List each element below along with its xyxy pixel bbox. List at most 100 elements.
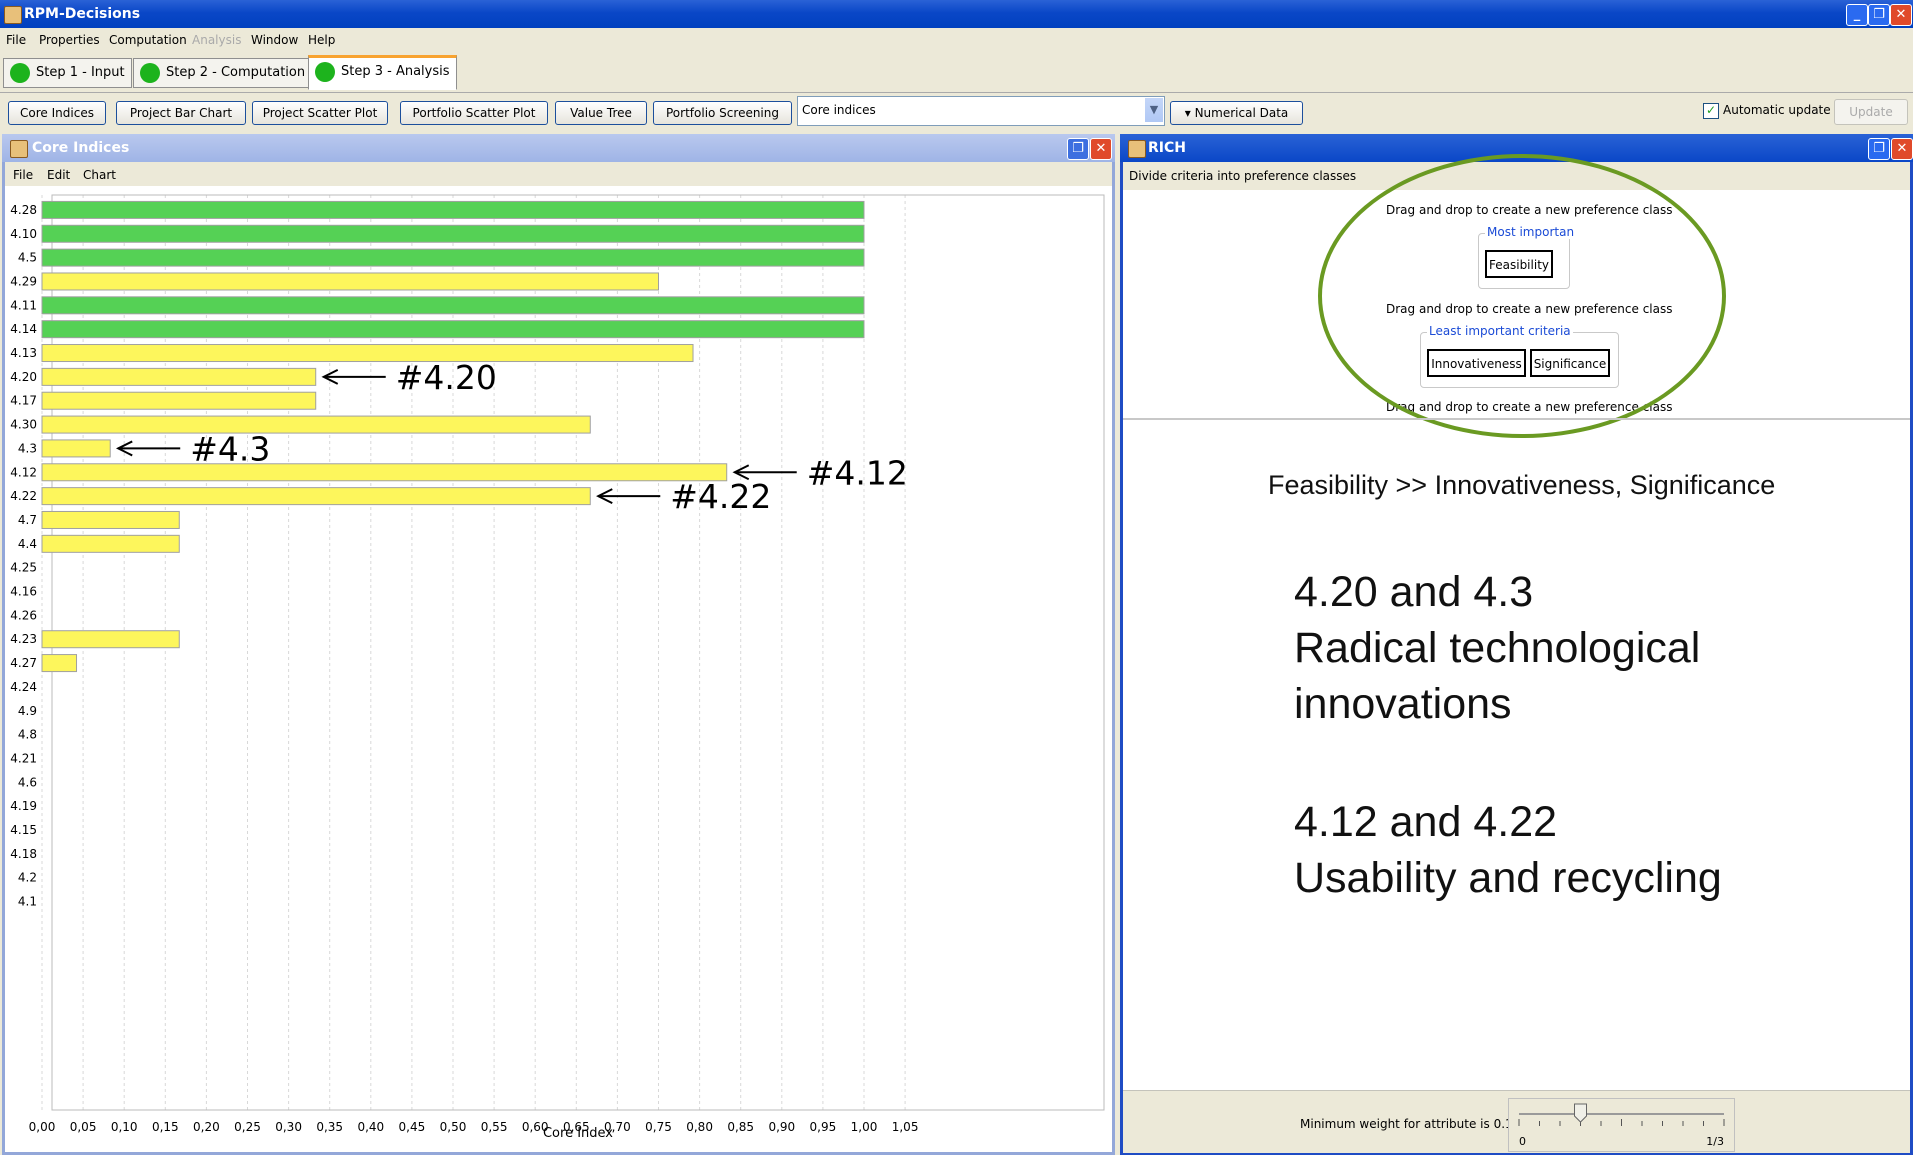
y-tick-label: 4.24 (10, 680, 37, 694)
bar[interactable] (41, 248, 865, 267)
value-tree-button[interactable]: Value Tree (555, 101, 647, 125)
y-tick-label: 4.27 (10, 656, 37, 670)
y-tick-label: 4.19 (10, 799, 37, 813)
y-tick-label: 4.6 (18, 775, 37, 789)
menu-file[interactable]: File (6, 33, 26, 47)
note-line: Usability and recycling (1294, 854, 1722, 902)
menu-properties[interactable]: Properties (39, 33, 100, 47)
x-tick-label: 0,40 (357, 1120, 384, 1134)
automatic-update-label: Automatic update (1723, 103, 1831, 117)
y-tick-label: 4.28 (10, 203, 37, 217)
portfolio-screening-button[interactable]: Portfolio Screening (653, 101, 792, 125)
y-tick-label: 4.25 (10, 561, 37, 575)
note-line: Radical technological (1294, 624, 1701, 672)
portfolio-scatter-plot-button[interactable]: Portfolio Scatter Plot (400, 101, 548, 125)
highlight-oval (1318, 154, 1726, 438)
status-ok-icon (10, 63, 30, 83)
status-ok-icon (315, 62, 335, 82)
bar[interactable] (41, 200, 865, 219)
view-select[interactable]: Core indices ▼ (797, 96, 1165, 126)
bar[interactable] (41, 654, 78, 673)
minimize-window-button[interactable]: _ (1846, 4, 1868, 26)
bar[interactable] (41, 439, 111, 458)
annotation-label: #4.22 (670, 477, 771, 516)
tab-step-2[interactable]: Step 2 - Computation (133, 58, 313, 88)
ci-menu-file[interactable]: File (13, 168, 33, 182)
bar[interactable] (41, 320, 865, 339)
y-tick-label: 4.1 (18, 895, 37, 909)
tab-step-3-label: Step 3 - Analysis (341, 64, 450, 79)
bar[interactable] (41, 296, 865, 315)
y-tick-label: 4.3 (18, 441, 37, 455)
y-tick-label: 4.9 (18, 704, 37, 718)
bar[interactable] (41, 415, 591, 434)
x-tick-label: 0,80 (686, 1120, 713, 1134)
close-rich-button[interactable]: ✕ (1891, 138, 1913, 160)
menu-analysis: Analysis (192, 33, 242, 47)
slider-max-label: 1/3 (1706, 1135, 1724, 1148)
rich-divider[interactable] (1123, 418, 1910, 420)
y-tick-label: 4.22 (10, 489, 37, 503)
y-tick-label: 4.26 (10, 608, 37, 622)
core-index-chart: 4.28 4.10 4.5 4.29 4.11 4.14 4.13 4.20 4.17 4.30 4… (10, 194, 1105, 1141)
menu-help[interactable]: Help (308, 33, 335, 47)
y-tick-label: 4.12 (10, 465, 37, 479)
checkmark-icon[interactable]: ✓ (1703, 103, 1719, 119)
bar[interactable] (41, 534, 180, 553)
note-line: innovations (1294, 680, 1512, 728)
x-tick-label: 0,35 (316, 1120, 343, 1134)
min-weight-slider[interactable]: 0 1/3 (1508, 1098, 1735, 1152)
close-frame-button[interactable]: ✕ (1090, 138, 1112, 160)
y-tick-label: 4.14 (10, 322, 37, 336)
y-tick-label: 4.29 (10, 274, 37, 288)
slider-thumb[interactable] (1574, 1103, 1587, 1123)
x-tick-label: 0,95 (810, 1120, 837, 1134)
rich-title: RICH (1148, 140, 1186, 156)
close-window-button[interactable]: ✕ (1890, 4, 1912, 26)
bar[interactable] (41, 630, 180, 649)
menu-window[interactable]: Window (251, 33, 298, 47)
x-tick-label: 0,25 (234, 1120, 261, 1134)
note-heading-1: 4.20 and 4.3 (1294, 568, 1534, 616)
y-tick-label: 4.17 (10, 394, 37, 408)
bar[interactable] (41, 367, 317, 386)
y-tick-label: 4.18 (10, 847, 37, 861)
bar[interactable] (41, 224, 865, 243)
y-tick-label: 4.23 (10, 632, 37, 646)
y-tick-label: 4.8 (18, 728, 37, 742)
tab-step-3[interactable]: Step 3 - Analysis (308, 55, 457, 90)
x-tick-label: 1,00 (851, 1120, 878, 1134)
bar[interactable] (41, 510, 180, 529)
bar[interactable] (41, 463, 728, 482)
view-select-value: Core indices (802, 103, 876, 117)
y-tick-label: 4.21 (10, 751, 37, 765)
tab-step-1[interactable]: Step 1 - Input (3, 58, 132, 88)
y-tick-label: 4.4 (18, 537, 37, 551)
y-tick-label: 4.15 (10, 823, 37, 837)
maximize-rich-button[interactable]: ❐ (1868, 138, 1890, 160)
maximize-window-button[interactable]: ❐ (1868, 4, 1890, 26)
slider-ticks (1518, 1119, 1725, 1126)
chevron-down-icon[interactable]: ▼ (1145, 98, 1163, 122)
menu-computation[interactable]: Computation (109, 33, 187, 47)
x-axis-label: Core Index (543, 1126, 613, 1141)
numerical-data-button[interactable]: ▾ Numerical Data (1170, 101, 1303, 125)
y-tick-label: 4.5 (18, 251, 37, 265)
bar[interactable] (41, 391, 317, 410)
ci-menu-chart[interactable]: Chart (83, 168, 116, 182)
core-indices-title-bar: Core Indices ❐ ✕ (2, 134, 1115, 162)
bar[interactable] (41, 272, 659, 291)
maximize-frame-button[interactable]: ❐ (1067, 138, 1089, 160)
y-tick-label: 4.11 (10, 298, 37, 312)
app-title: RPM-Decisions (24, 6, 141, 22)
tab-step-2-label: Step 2 - Computation (166, 65, 306, 80)
slider-min-label: 0 (1519, 1135, 1526, 1148)
core-indices-button[interactable]: Core Indices (8, 101, 106, 125)
bar[interactable] (41, 344, 694, 363)
x-tick-label: 0,30 (275, 1120, 302, 1134)
ci-menu-edit[interactable]: Edit (47, 168, 70, 182)
x-tick-label: 0,05 (70, 1120, 97, 1134)
project-bar-chart-button[interactable]: Project Bar Chart (116, 101, 246, 125)
project-scatter-plot-button[interactable]: Project Scatter Plot (252, 101, 388, 125)
bar[interactable] (41, 487, 591, 506)
